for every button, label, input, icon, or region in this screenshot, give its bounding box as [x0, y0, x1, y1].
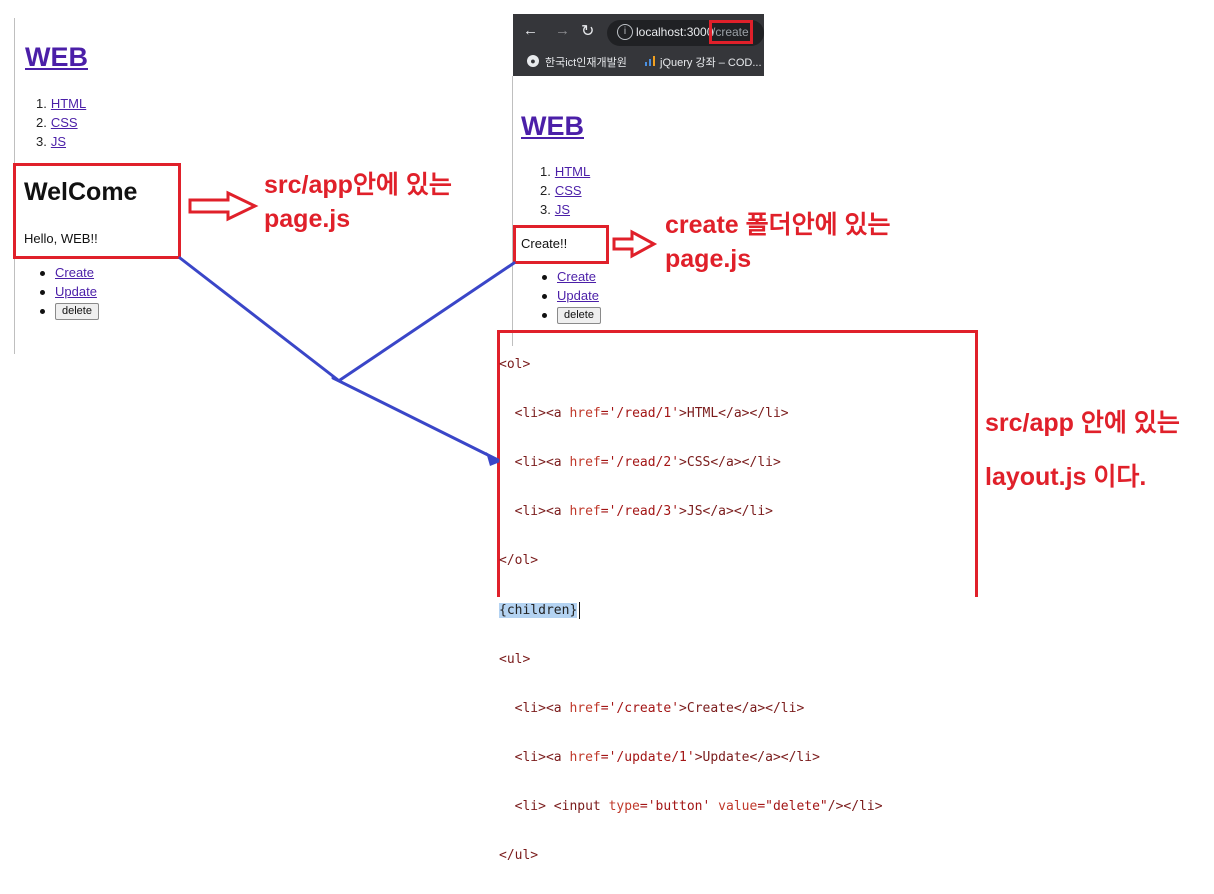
code-line: </ul> — [499, 848, 539, 864]
code-line: <li><a href='/update/1'>Update</a></li> — [514, 750, 820, 766]
red-arrow-icon — [188, 190, 259, 222]
red-arrow-icon — [612, 229, 658, 259]
text-cursor — [579, 601, 581, 619]
annotation-arrows — [178, 190, 658, 466]
blue-connector-lines — [178, 256, 516, 462]
code-line: <ul> — [499, 651, 531, 667]
code-line: <li> <input type='button' value="delete"… — [514, 799, 883, 815]
code-line: <li><a href='/create'>Create</a></li> — [514, 700, 805, 716]
code-line-children: {children} — [499, 599, 883, 624]
